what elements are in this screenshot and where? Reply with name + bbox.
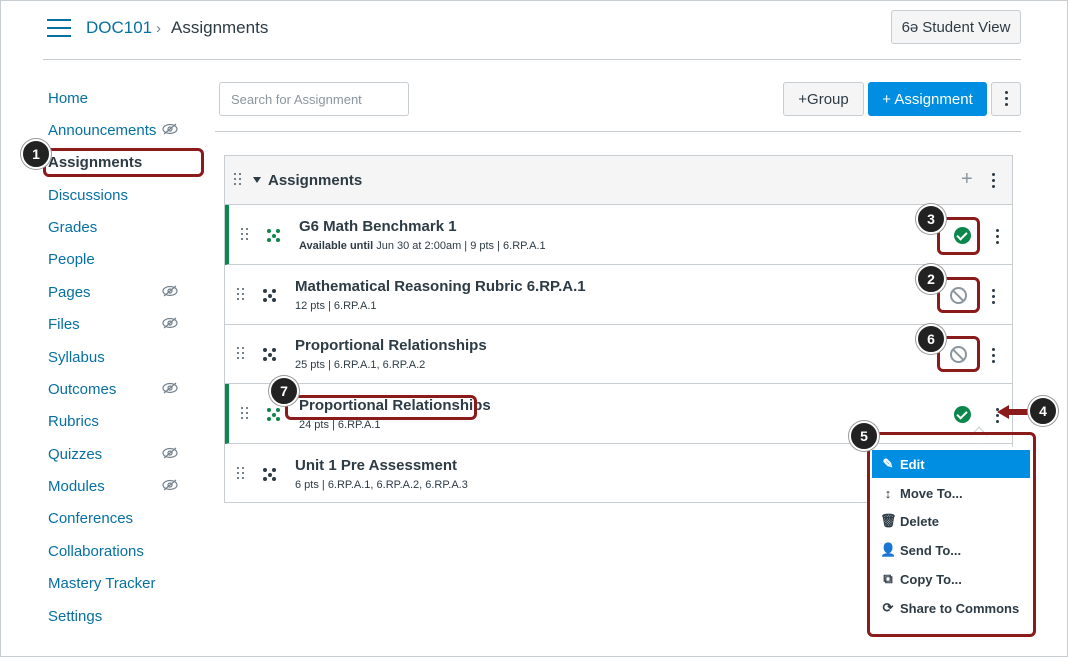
callout-outline-title: [285, 395, 477, 420]
callout-badge: 1: [21, 139, 51, 169]
assignment-options-kebab-icon[interactable]: [991, 348, 995, 364]
sidebar-item-announcements[interactable]: Announcements: [48, 122, 156, 139]
hamburger-menu-icon[interactable]: [47, 19, 71, 37]
assignment-title[interactable]: Mathematical Reasoning Rubric 6.RP.A.1: [295, 278, 586, 295]
assignment-row[interactable]: Proportional Relationships 25 pts | 6.RP…: [225, 324, 1012, 384]
sidebar-item-home[interactable]: Home: [48, 90, 88, 107]
page-options-button[interactable]: [991, 82, 1021, 116]
add-to-group-icon[interactable]: +: [961, 168, 973, 191]
sidebar-item-outcomes[interactable]: Outcomes: [48, 381, 116, 398]
callout-outline-menu: [867, 432, 1036, 637]
eye-slash-icon: [162, 447, 178, 459]
assignment-group-header[interactable]: Assignments +: [225, 156, 1012, 205]
toolbar-divider: [215, 131, 1021, 132]
student-view-label: Student View: [922, 18, 1011, 36]
callout-badge: 5: [849, 421, 879, 451]
breadcrumb-separator: ›: [156, 20, 161, 37]
sidebar-item-discussions[interactable]: Discussions: [48, 187, 128, 204]
breadcrumb-page: Assignments: [171, 18, 269, 37]
assignment-group-title: Assignments: [268, 172, 363, 189]
assignment-meta: 6 pts | 6.RP.A.1, 6.RP.A.2, 6.RP.A.3: [295, 479, 468, 491]
glasses-icon: 6ə: [901, 18, 919, 36]
group-options-kebab-icon[interactable]: [991, 173, 995, 189]
sidebar-item-settings[interactable]: Settings: [48, 608, 102, 625]
drag-handle-icon[interactable]: [237, 347, 245, 361]
quiz-rocket-icon: [267, 408, 281, 422]
callout-outline-assignments: [43, 148, 204, 177]
sidebar-item-grades[interactable]: Grades: [48, 219, 97, 236]
drag-handle-icon[interactable]: [241, 228, 249, 242]
assignment-options-kebab-icon[interactable]: [995, 229, 999, 245]
assignment-meta: 24 pts | 6.RP.A.1: [299, 419, 381, 431]
quiz-rocket-icon: [263, 348, 277, 362]
assignment-meta: 12 pts | 6.RP.A.1: [295, 300, 377, 312]
callout-badge: 3: [916, 204, 946, 234]
eye-slash-icon: [162, 382, 178, 394]
sidebar-item-conferences[interactable]: Conferences: [48, 510, 133, 527]
callout-badge: 7: [269, 376, 299, 406]
drag-handle-icon[interactable]: [237, 288, 245, 302]
assignment-title[interactable]: Unit 1 Pre Assessment: [295, 457, 457, 474]
sidebar-item-rubrics[interactable]: Rubrics: [48, 413, 99, 430]
callout-arrow-icon: [997, 405, 1029, 419]
assignment-title[interactable]: Proportional Relationships: [295, 337, 487, 354]
kebab-icon: [1004, 91, 1008, 107]
assignment-title[interactable]: G6 Math Benchmark 1: [299, 218, 457, 235]
sidebar-item-quizzes[interactable]: Quizzes: [48, 446, 102, 463]
callout-badge: 4: [1028, 396, 1058, 426]
collapse-caret-icon[interactable]: [253, 177, 261, 183]
student-view-button[interactable]: 6ə Student View: [891, 10, 1021, 44]
sidebar-item-modules[interactable]: Modules: [48, 478, 105, 495]
sidebar-item-collaborations[interactable]: Collaborations: [48, 543, 144, 560]
assignment-meta: Available until Jun 30 at 2:00am | 9 pts…: [299, 240, 546, 252]
assignment-options-kebab-icon[interactable]: [991, 289, 995, 305]
eye-slash-icon: [162, 479, 178, 491]
callout-badge: 6: [916, 324, 946, 354]
drag-handle-icon[interactable]: [234, 173, 242, 187]
sidebar-item-files[interactable]: Files: [48, 316, 80, 333]
assignment-meta: 25 pts | 6.RP.A.1, 6.RP.A.2: [295, 359, 426, 371]
sidebar-item-people[interactable]: People: [48, 251, 95, 268]
breadcrumb-course[interactable]: DOC101: [86, 18, 152, 38]
sidebar-item-syllabus[interactable]: Syllabus: [48, 349, 105, 366]
drag-handle-icon[interactable]: [241, 407, 249, 421]
header-divider: [43, 59, 1021, 60]
search-input[interactable]: [219, 82, 409, 116]
quiz-rocket-icon: [263, 468, 277, 482]
sidebar-item-mastery-tracker[interactable]: Mastery Tracker: [48, 575, 156, 592]
assignment-row[interactable]: G6 Math Benchmark 1 Available until Jun …: [225, 205, 1012, 265]
quiz-rocket-icon: [267, 229, 281, 243]
published-check-icon[interactable]: [954, 406, 971, 423]
sidebar-item-pages[interactable]: Pages: [48, 284, 91, 301]
assignment-row[interactable]: Mathematical Reasoning Rubric 6.RP.A.1 1…: [225, 265, 1012, 325]
add-group-button[interactable]: +Group: [783, 82, 864, 116]
quiz-rocket-icon: [263, 289, 277, 303]
callout-badge: 2: [916, 264, 946, 294]
eye-slash-icon: [162, 317, 178, 329]
eye-slash-icon: [162, 285, 178, 297]
eye-slash-icon: [162, 123, 178, 135]
add-assignment-button[interactable]: + Assignment: [868, 82, 987, 116]
drag-handle-icon[interactable]: [237, 467, 245, 481]
